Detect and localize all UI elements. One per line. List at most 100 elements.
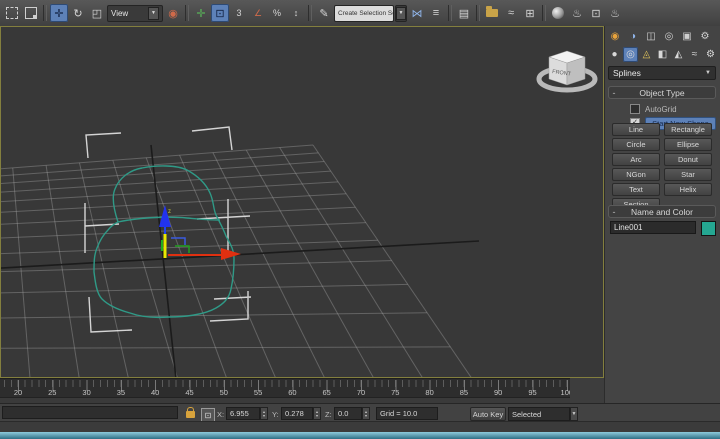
create-categories: ● ◎ ◬ ◧ ◭ ≈ ⚙ (607, 46, 719, 63)
viewcube[interactable]: FRONT (535, 43, 599, 99)
spinner-down-icon[interactable]: ▾ (263, 414, 265, 418)
schematic-view-icon: ⊞ (525, 7, 534, 20)
toolbox-button[interactable] (483, 4, 501, 22)
window-crossing-icon (25, 7, 37, 19)
edit-selection-icon: ✎ (319, 7, 328, 20)
material-editor-button[interactable] (549, 4, 567, 22)
x-coordinate-field[interactable]: 6.955 (226, 407, 260, 420)
z-coordinate-field[interactable]: 0.0 (334, 407, 362, 420)
edit-named-selection-sets-button[interactable]: ✎ (315, 4, 333, 22)
rect-selection-region-button[interactable] (3, 4, 21, 22)
toolbar-separator (448, 5, 452, 21)
arc-button[interactable]: Arc (612, 153, 660, 166)
rotate-icon: ↻ (73, 7, 82, 20)
spinner-snap-button[interactable]: ↕ (287, 4, 305, 22)
category-shapes[interactable]: ◎ (623, 47, 638, 62)
helix-button[interactable]: Helix (664, 183, 712, 196)
text-button[interactable]: Text (612, 183, 660, 196)
align-button[interactable]: ≡ (427, 4, 445, 22)
shapes-icon: ◎ (626, 49, 635, 60)
selection-set-time-dropdown[interactable]: Selected (508, 407, 570, 421)
autogrid-checkbox[interactable] (630, 104, 640, 114)
status-bar: ⊡ X: 6.955 ▴▾ Y: 0.278 ▴▾ Z: 0.0 ▴▾ Grid… (0, 403, 720, 422)
percent-snap-button[interactable]: % (268, 4, 286, 22)
perspective-viewport[interactable]: z FRONT (0, 26, 604, 378)
gizmo-xy-plane-handle[interactable] (171, 238, 185, 245)
toolbar-separator (308, 5, 312, 21)
ellipse-button[interactable]: Ellipse (664, 138, 712, 151)
gizmo-y-plane-handle[interactable] (175, 246, 189, 253)
timeline-tick-label: 30 (82, 388, 90, 397)
donut-button[interactable]: Donut (664, 153, 712, 166)
tab-utilities[interactable]: ⚙ (697, 29, 713, 44)
select-and-manipulate-button[interactable]: ✛ (192, 4, 210, 22)
angle-snap-button[interactable]: ∠ (249, 4, 267, 22)
time-slider-track[interactable]: 20253035404550556065707580859095100 (0, 378, 570, 398)
chevron-down-icon: ▼ (705, 70, 711, 76)
shape-category-dropdown[interactable]: Splines ▼ (608, 66, 716, 80)
tab-motion[interactable]: ◎ (661, 29, 677, 44)
modify-icon: ◑ (630, 31, 636, 42)
tab-create[interactable]: ◉ (607, 29, 623, 44)
line-button[interactable]: Line (612, 123, 660, 136)
auto-key-button[interactable]: Auto Key (470, 407, 506, 421)
helpers-icon: ◭ (675, 49, 683, 60)
command-panel: ◉ ◑ ◫ ◎ ▣ ⚙ ● ◎ ◬ ◧ ◭ ≈ ⚙ Splines ▼ - Ob… (604, 26, 720, 403)
category-systems[interactable]: ⚙ (703, 47, 718, 62)
object-color-swatch[interactable] (701, 221, 716, 236)
ngon-button[interactable]: NGon (612, 168, 660, 181)
window-crossing-button[interactable] (22, 4, 40, 22)
systems-icon: ⚙ (706, 49, 715, 60)
layer-manager-button[interactable]: ▤ (455, 4, 473, 22)
space-warps-icon: ≈ (692, 49, 698, 60)
render-production-button[interactable]: ♨ (606, 4, 624, 22)
curve-editor-button[interactable]: ≈ (502, 4, 520, 22)
object-type-rollout-header[interactable]: - Object Type (608, 86, 716, 99)
selection-set-dropdown-arrow[interactable]: ▼ (395, 5, 407, 22)
3ds-max-window: ✛ ↻ ◰ View ▼ ◉ ✛ ⊡ 3 ∠ % ↕ ✎ Create Sele… (0, 0, 720, 439)
timeline-tick-label: 35 (117, 388, 125, 397)
name-and-color-rollout-header[interactable]: - Name and Color (608, 205, 716, 218)
tab-display[interactable]: ▣ (679, 29, 695, 44)
circle-button[interactable]: Circle (612, 138, 660, 151)
spinner-down-icon[interactable]: ▾ (316, 414, 318, 418)
tab-hierarchy[interactable]: ◫ (643, 29, 659, 44)
category-space-warps[interactable]: ≈ (687, 47, 702, 62)
command-panel-tabs: ◉ ◑ ◫ ◎ ▣ ⚙ (607, 28, 719, 44)
snap-3d-icon: 3 (236, 8, 241, 18)
snap-3d-button[interactable]: 3 (230, 4, 248, 22)
category-helpers[interactable]: ◭ (671, 47, 686, 62)
select-and-rotate-button[interactable]: ↻ (69, 4, 87, 22)
object-name-field[interactable]: Line001 (610, 221, 696, 234)
chevron-down-icon[interactable]: ▼ (572, 412, 577, 416)
category-lights[interactable]: ◬ (639, 47, 654, 62)
category-geometry[interactable]: ● (607, 47, 622, 62)
gizmo-x-arrow-icon[interactable] (221, 248, 241, 260)
use-pivot-point-button[interactable]: ◉ (164, 4, 182, 22)
main-toolbar: ✛ ↻ ◰ View ▼ ◉ ✛ ⊡ 3 ∠ % ↕ ✎ Create Sele… (0, 0, 720, 26)
selection-lock-icon[interactable] (186, 411, 195, 418)
y-coordinate-field[interactable]: 0.278 (281, 407, 313, 420)
rendered-frame-window-button[interactable]: ⊡ (587, 4, 605, 22)
star-button[interactable]: Star (664, 168, 712, 181)
chevron-down-icon: ▼ (148, 7, 159, 20)
select-and-scale-button[interactable]: ◰ (88, 4, 106, 22)
mirror-button[interactable]: ⋈ (408, 4, 426, 22)
render-setup-teapot-icon: ♨ (572, 7, 582, 20)
rectangle-button[interactable]: Rectangle (664, 123, 712, 136)
spinner-down-icon[interactable]: ▾ (365, 414, 367, 418)
absolute-mode-toggle[interactable]: ⊡ (201, 408, 215, 422)
timeline-tick-label: 80 (425, 388, 433, 397)
tab-modify[interactable]: ◑ (625, 29, 641, 44)
schematic-view-button[interactable]: ⊞ (521, 4, 539, 22)
select-and-move-button[interactable]: ✛ (50, 4, 68, 22)
render-setup-button[interactable]: ♨ (568, 4, 586, 22)
named-selection-set-combo[interactable]: Create Selection Set (334, 5, 394, 22)
snaps-toggle-button[interactable]: ⊡ (211, 4, 229, 22)
toolbar-separator (476, 5, 480, 21)
viewcube-cube[interactable]: FRONT (549, 51, 585, 85)
maxscript-mini-listener[interactable] (2, 406, 178, 419)
reference-coord-system-dropdown[interactable]: View ▼ (107, 5, 163, 22)
category-cameras[interactable]: ◧ (655, 47, 670, 62)
rollout-title: Name and Color (619, 207, 715, 217)
